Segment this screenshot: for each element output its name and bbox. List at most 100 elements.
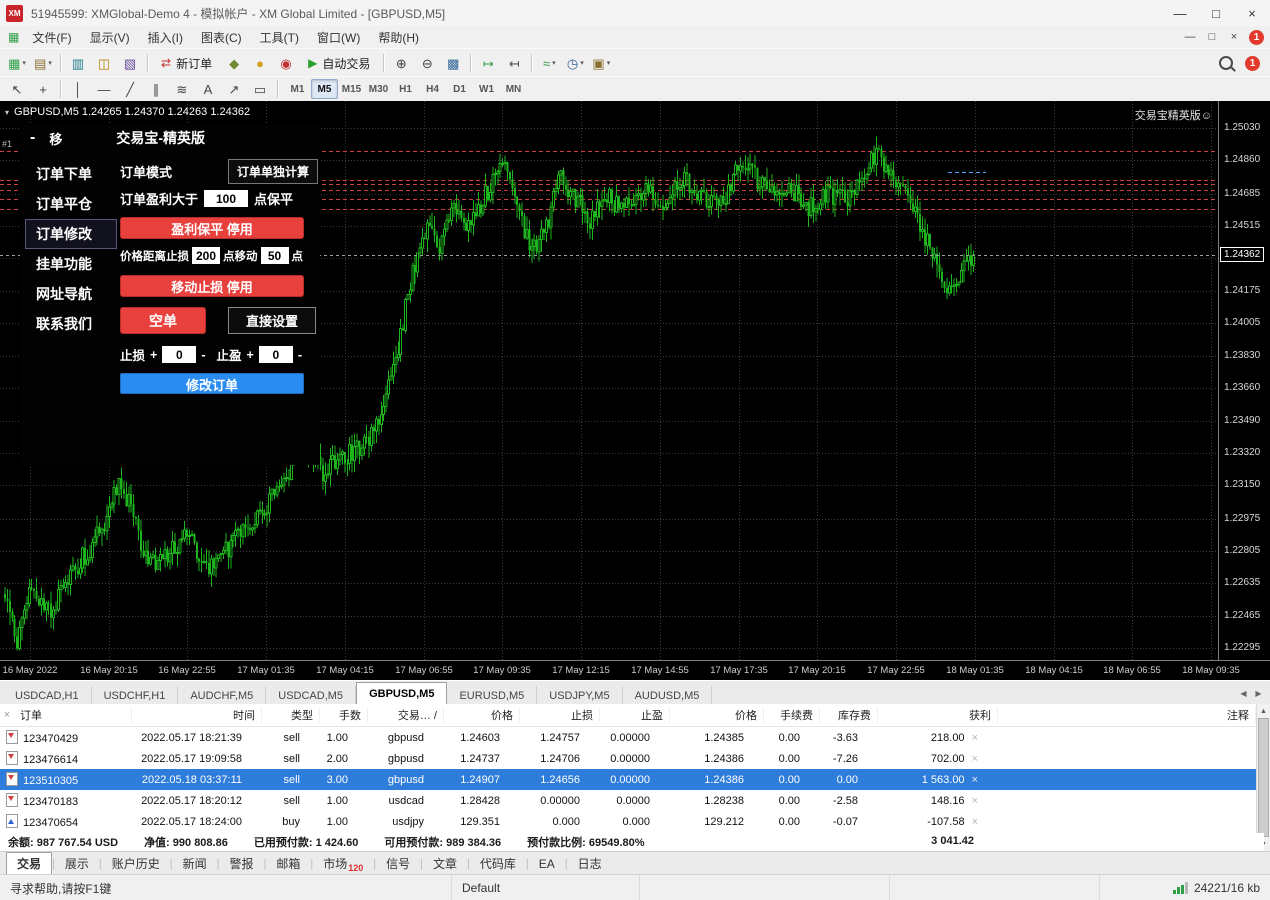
panel-move-handle[interactable]: 移	[49, 129, 62, 148]
column-header-symbol[interactable]: 交易… /	[368, 707, 444, 723]
menu-item-I[interactable]: 插入(I)	[139, 29, 192, 46]
shapes-tool-button[interactable]: ▭	[248, 77, 272, 101]
column-header-order[interactable]: 订单	[14, 707, 132, 723]
terminal-scrollbar[interactable]: ▲ ▼	[1256, 704, 1270, 851]
menu-item-T[interactable]: 工具(T)	[251, 29, 308, 46]
zoom-in-button[interactable]: ⊕	[389, 51, 413, 75]
sell-order-button[interactable]: 空单	[120, 307, 206, 334]
panel-menu-item[interactable]: 挂单功能	[25, 249, 117, 279]
timeframe-d1-button[interactable]: D1	[446, 79, 473, 99]
tile-windows-button[interactable]: ▩	[441, 51, 465, 75]
community-button[interactable]: ◉	[274, 51, 298, 75]
column-header-commission[interactable]: 手续费	[764, 707, 820, 723]
column-header-type[interactable]: 类型	[262, 707, 320, 723]
order-row[interactable]: 1234704292022.05.17 18:21:39sell1.00gbpu…	[0, 727, 1256, 748]
indicators-button[interactable]: ≈▾	[537, 51, 561, 75]
horizontal-line-tool-button[interactable]: —	[92, 77, 116, 101]
search-icon[interactable]	[1219, 56, 1233, 70]
chart-tab-usdcad-h1[interactable]: USDCAD,H1	[3, 686, 92, 705]
close-order-icon[interactable]: ×	[972, 816, 978, 828]
panel-menu-item[interactable]: 网址导航	[25, 279, 117, 309]
price-scale[interactable]: 1.250301.248601.246851.245151.241751.240…	[1218, 101, 1270, 660]
vertical-line-tool-button[interactable]: │	[66, 77, 90, 101]
column-header-price2[interactable]: 价格	[670, 707, 764, 723]
templates-button[interactable]: ▣▾	[589, 51, 613, 75]
terminal-tab-EA[interactable]: EA	[529, 855, 565, 873]
chart-tab-usdcad-m5[interactable]: USDCAD,M5	[266, 686, 356, 705]
tab-scroll-left-icon[interactable]: ◀	[1236, 685, 1251, 701]
strategy-tester-button[interactable]: ●	[248, 51, 272, 75]
crosshair-tool-button[interactable]: +	[31, 77, 55, 101]
auto-scroll-button[interactable]: ↦	[476, 51, 500, 75]
timeframe-m30-button[interactable]: M30	[365, 79, 392, 99]
scrollbar-thumb[interactable]	[1258, 718, 1269, 837]
sl-plus-button[interactable]: +	[150, 348, 157, 362]
timeframe-h4-button[interactable]: H4	[419, 79, 446, 99]
chart-tab-audusd-m5[interactable]: AUDUSD,M5	[623, 686, 713, 705]
market-watch-button[interactable]: ▥	[66, 51, 90, 75]
sl-input[interactable]	[162, 346, 196, 363]
column-header-price[interactable]: 价格	[444, 707, 520, 723]
terminal-tab-交易[interactable]: 交易	[6, 852, 52, 875]
menu-item-C[interactable]: 图表(C)	[192, 29, 251, 46]
arrows-tool-button[interactable]: ↗	[222, 77, 246, 101]
terminal-tab-展示[interactable]: 展示	[55, 853, 99, 874]
order-row[interactable]: 1235103052022.05.18 03:37:11sell3.00gbpu…	[0, 769, 1256, 790]
chart-tab-usdchf-h1[interactable]: USDCHF,H1	[92, 686, 179, 705]
tp-minus-button[interactable]: -	[298, 348, 302, 362]
timeframe-m1-button[interactable]: M1	[284, 79, 311, 99]
channel-tool-button[interactable]: ∥	[144, 77, 168, 101]
chart-area[interactable]: #1 ▾ GBPUSD,M5 1.24265 1.24370 1.24263 1…	[0, 101, 1270, 680]
text-tool-button[interactable]: A	[196, 77, 220, 101]
panel-menu-item[interactable]: 订单下单	[25, 159, 117, 189]
time-scale[interactable]: 16 May 202216 May 20:1516 May 22:5517 Ma…	[0, 660, 1270, 681]
panel-menu-item[interactable]: 联系我们	[25, 309, 117, 339]
terminal-close-icon[interactable]: ×	[0, 709, 14, 721]
status-profile[interactable]: Default	[452, 875, 640, 900]
column-header-lots[interactable]: 手数	[320, 707, 368, 723]
terminal-tab-代码库[interactable]: 代码库	[470, 853, 526, 874]
trailing-distance-input[interactable]	[192, 247, 220, 264]
trailing-step-input[interactable]	[261, 247, 289, 264]
data-window-button[interactable]: ◫	[92, 51, 116, 75]
chart-tab-gbpusd-m5[interactable]: GBPUSD,M5	[356, 682, 447, 705]
menu-item-H[interactable]: 帮助(H)	[369, 29, 428, 46]
window-close-button[interactable]: ×	[1234, 0, 1270, 26]
close-order-icon[interactable]: ×	[972, 795, 978, 807]
cursor-tool-button[interactable]: ↖	[5, 77, 29, 101]
auto-trading-button[interactable]: ▶自动交易	[300, 51, 378, 75]
menu-item-F[interactable]: 文件(F)	[23, 29, 80, 46]
order-row[interactable]: 1234701832022.05.17 18:20:12sell1.00usdc…	[0, 790, 1256, 811]
order-mode-button[interactable]: 订单单独计算	[228, 159, 318, 184]
new-order-button[interactable]: ⇄新订单	[153, 51, 220, 75]
notification-badge[interactable]: 1	[1249, 30, 1264, 45]
timeframe-m5-button[interactable]: M5	[311, 79, 338, 99]
modify-order-button[interactable]: 修改订单	[120, 373, 304, 394]
menu-item-V[interactable]: 显示(V)	[81, 29, 139, 46]
column-header-tp[interactable]: 止盈	[600, 707, 670, 723]
profit-points-input[interactable]	[204, 190, 248, 207]
timeframe-m15-button[interactable]: M15	[338, 79, 365, 99]
window-maximize-button[interactable]: □	[1198, 0, 1234, 26]
fibonacci-tool-button[interactable]: ≋	[170, 77, 194, 101]
close-order-icon[interactable]: ×	[972, 753, 978, 765]
profiles-button[interactable]: ▤▾	[31, 51, 55, 75]
column-header-sl[interactable]: 止损	[520, 707, 600, 723]
menu-item-W[interactable]: 窗口(W)	[308, 29, 369, 46]
scroll-up-icon[interactable]: ▲	[1257, 704, 1270, 718]
terminal-tab-警报[interactable]: 警报	[220, 853, 264, 874]
chart-tab-eurusd-m5[interactable]: EURUSD,M5	[447, 686, 537, 705]
tp-plus-button[interactable]: +	[247, 348, 254, 362]
trailing-stop-toggle-button[interactable]: 移动止损 停用	[120, 275, 304, 297]
trendline-tool-button[interactable]: ╱	[118, 77, 142, 101]
zoom-out-button[interactable]: ⊖	[415, 51, 439, 75]
column-header-comment[interactable]: 注释	[998, 707, 1256, 723]
column-header-time[interactable]: 时间	[132, 707, 262, 723]
order-row[interactable]: 1234706542022.05.17 18:24:00buy1.00usdjp…	[0, 811, 1256, 832]
terminal-tab-账户历史[interactable]: 账户历史	[102, 853, 170, 874]
terminal-tab-信号[interactable]: 信号	[376, 853, 420, 874]
terminal-tab-市场[interactable]: 市场120	[313, 853, 373, 874]
toolbar-notification-badge[interactable]: 1	[1245, 56, 1260, 71]
terminal-tab-日志[interactable]: 日志	[568, 853, 612, 874]
breakeven-toggle-button[interactable]: 盈利保平 停用	[120, 217, 304, 239]
